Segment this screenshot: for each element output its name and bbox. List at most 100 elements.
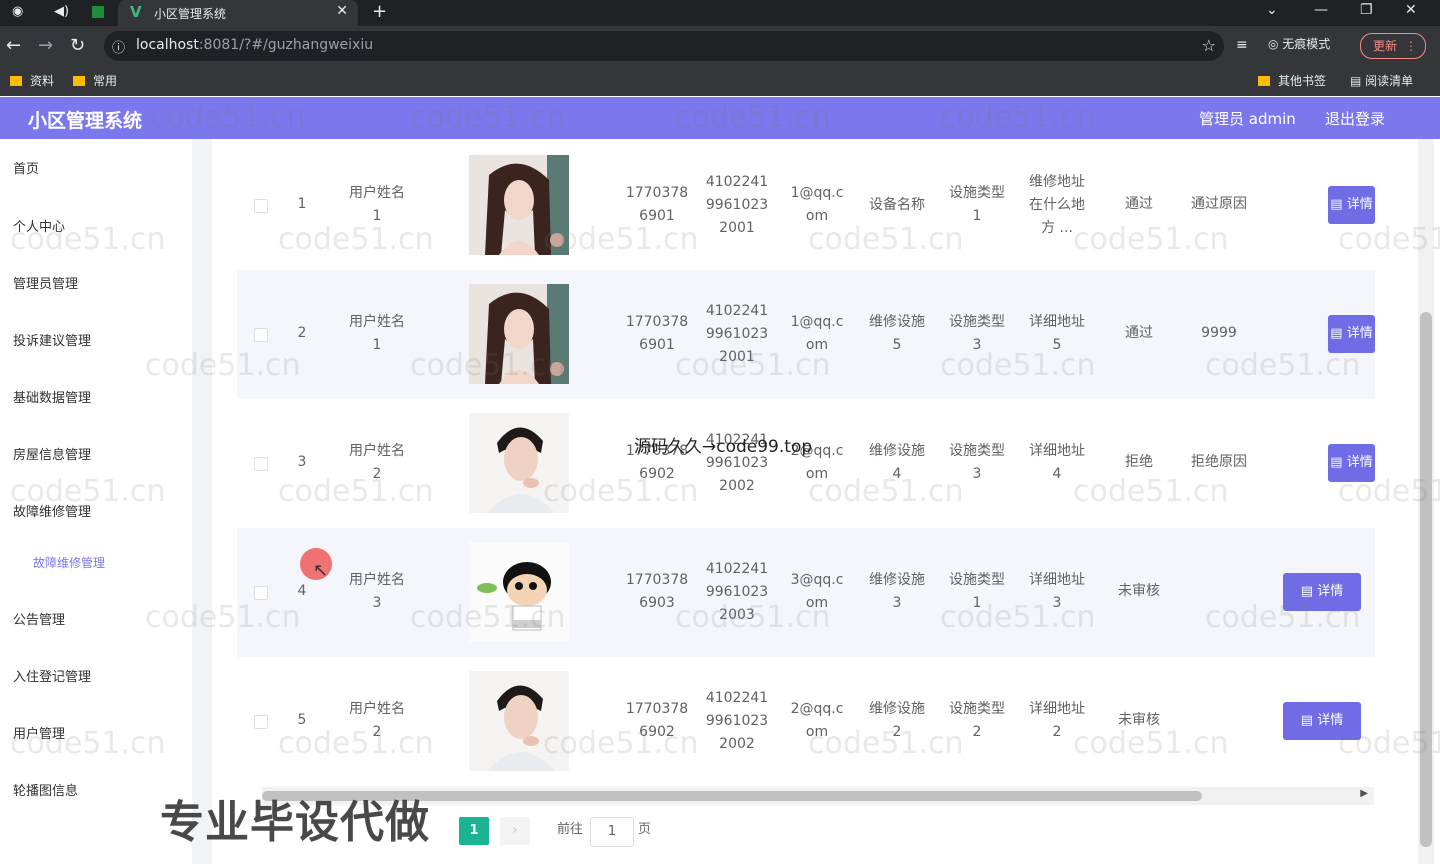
minimize-icon[interactable]: — xyxy=(1314,2,1328,18)
cell-line: 1 xyxy=(972,208,982,224)
bookmark-item[interactable]: 常用 xyxy=(73,72,117,89)
cell-line: 1770378 xyxy=(625,185,689,201)
details-button[interactable]: ▤ 详情 xyxy=(1283,573,1361,611)
globe-icon[interactable]: ◉ xyxy=(12,4,23,19)
url-field[interactable]: ⓘ localhost:8081/?#/guzhangweixiu ☆ xyxy=(104,31,1224,61)
cell-line: 详细地址 xyxy=(1029,443,1085,459)
current-user: 管理员 admin xyxy=(1199,110,1296,128)
sidebar-item-profile[interactable]: 个人中心 xyxy=(13,216,65,235)
cell-address: 维修地址 在什么地方 ... xyxy=(1017,171,1097,240)
incognito-indicator[interactable]: ◎ 无痕模式 xyxy=(1268,35,1330,52)
avatar xyxy=(469,155,569,255)
cell-line: 6901 xyxy=(639,337,675,353)
details-button[interactable]: ▤ 详情 xyxy=(1328,186,1375,224)
bookmark-item[interactable]: 资料 xyxy=(10,72,54,89)
reload-icon[interactable]: ↻ xyxy=(70,35,85,56)
reading-list-icon: ▤ xyxy=(1350,74,1366,88)
cell-user-name: 用户姓名 2 xyxy=(337,440,417,486)
vertical-scrollbar[interactable] xyxy=(1418,139,1434,864)
cell-line: 2003 xyxy=(719,606,755,623)
cell-line: 2 xyxy=(372,466,382,482)
folder-icon xyxy=(1258,76,1270,86)
cell-status: 通过 xyxy=(1125,196,1153,212)
details-label: 详情 xyxy=(1346,326,1373,341)
browser-tab[interactable]: V 小区管理系统 ✕ xyxy=(118,0,358,26)
vue-logo-icon: V xyxy=(130,3,142,21)
scroll-thumb[interactable] xyxy=(1420,312,1432,847)
goto-page-input[interactable]: 1 xyxy=(590,817,634,847)
cell-line: 5 xyxy=(1052,337,1062,353)
scroll-right-icon[interactable]: ▶ xyxy=(1360,788,1368,799)
sidebar-item-houses[interactable]: 房屋信息管理 xyxy=(13,444,91,463)
sidebar-item-complaints[interactable]: 投诉建议管理 xyxy=(13,330,91,349)
sidebar-item-basic-data[interactable]: 基础数据管理 xyxy=(13,387,91,406)
restore-icon[interactable]: ❐ xyxy=(1360,2,1373,18)
tab-search-icon[interactable]: ⌄ xyxy=(1266,2,1278,18)
sidebar-item-home[interactable]: 首页 xyxy=(13,158,39,177)
bookmark-star-icon[interactable]: ☆ xyxy=(1202,36,1216,55)
cell-line: 2001 xyxy=(719,348,755,365)
cell-status: 未审核 xyxy=(1118,583,1160,599)
sidebar-item-checkin[interactable]: 入住登记管理 xyxy=(13,666,91,685)
sidebar-item-notices[interactable]: 公告管理 xyxy=(13,609,65,628)
goto-prefix: 前往 xyxy=(557,822,584,837)
cell-line: 1770378 xyxy=(625,701,689,717)
table-row: 4 用户姓名 3 1770378 6903 4102241 9961023 2003 3@qq.… xyxy=(237,528,1375,657)
new-tab-icon[interactable]: + xyxy=(372,1,387,22)
close-window-icon[interactable]: ✕ xyxy=(1405,2,1417,18)
cell-line: 用户姓名 xyxy=(349,185,405,201)
cell-line: 2 xyxy=(372,724,382,740)
row-checkbox[interactable] xyxy=(254,457,268,471)
bookmark-label: 其他书签 xyxy=(1278,74,1327,88)
sidebar-item-admins[interactable]: 管理员管理 xyxy=(13,273,78,292)
logout-link[interactable]: 退出登录 xyxy=(1325,108,1385,129)
row-checkbox[interactable] xyxy=(254,328,268,342)
row-checkbox[interactable] xyxy=(254,715,268,729)
cell-line: 9961023 xyxy=(705,196,769,213)
details-label: 详情 xyxy=(1317,584,1344,599)
row-checkbox[interactable] xyxy=(254,586,268,600)
cell-phone: 1770378 6901 xyxy=(617,311,697,357)
sidebar-item-users[interactable]: 用户管理 xyxy=(13,723,65,742)
cell-line: 用户姓名 xyxy=(349,443,405,459)
sidebar-item-carousel[interactable]: 轮播图信息 xyxy=(13,780,78,799)
table-row: 3 用户姓名 2 1770378 6902 4102241 9961023 2002 2@qq.… xyxy=(237,399,1375,528)
cell-email: 3@qq.c om xyxy=(777,569,857,615)
forward-icon[interactable]: → xyxy=(38,35,53,56)
cell-line: 维修设施 xyxy=(869,572,925,588)
bookmark-label: 常用 xyxy=(93,74,118,88)
document-icon: ▤ xyxy=(1330,197,1347,212)
details-button[interactable]: ▤ 详情 xyxy=(1283,702,1361,740)
row-checkbox[interactable] xyxy=(254,199,268,213)
cell-line: 1770378 xyxy=(625,572,689,588)
close-tab-icon[interactable]: ✕ xyxy=(336,3,348,19)
cell-line: 6902 xyxy=(639,466,675,482)
bookmark-item[interactable]: 其他书签 xyxy=(1258,72,1326,89)
cell-status: 拒绝 xyxy=(1125,454,1153,470)
cell-line: 6902 xyxy=(639,724,675,740)
cell-reason: 拒绝原因 xyxy=(1191,454,1247,470)
cell-address: 详细地址 5 xyxy=(1017,311,1097,357)
details-label: 详情 xyxy=(1346,197,1373,212)
cell-facility: 维修设施 5 xyxy=(857,311,937,357)
reading-mode-icon[interactable]: ≡ xyxy=(1236,37,1248,53)
bookmark-item[interactable]: ▤ 阅读清单 xyxy=(1350,72,1413,89)
update-button[interactable]: 更新 ⋮ xyxy=(1360,33,1426,59)
details-button[interactable]: ▤ 详情 xyxy=(1328,444,1375,482)
more-icon: ⋮ xyxy=(1405,39,1417,53)
cell-line: om xyxy=(805,595,829,611)
back-icon[interactable]: ← xyxy=(6,35,21,56)
sheet-icon[interactable] xyxy=(92,6,104,18)
cell-line: 1@qq.c xyxy=(790,314,844,330)
row-index: 2 xyxy=(297,325,307,341)
sidebar-item-repairs[interactable]: 故障维修管理 xyxy=(13,501,91,520)
speaker-icon[interactable]: ◀) xyxy=(54,4,69,19)
cell-line: 2002 xyxy=(719,477,755,494)
cell-line: 用户姓名 xyxy=(349,701,405,717)
info-icon[interactable]: ⓘ xyxy=(112,37,125,56)
sidebar-subitem-repairs[interactable]: 故障维修管理 xyxy=(33,554,105,571)
cell-email: 1@qq.c om xyxy=(777,182,857,228)
details-button[interactable]: ▤ 详情 xyxy=(1328,315,1375,353)
page-1-button[interactable]: 1 xyxy=(459,817,489,845)
next-page-button[interactable]: › xyxy=(500,817,530,845)
